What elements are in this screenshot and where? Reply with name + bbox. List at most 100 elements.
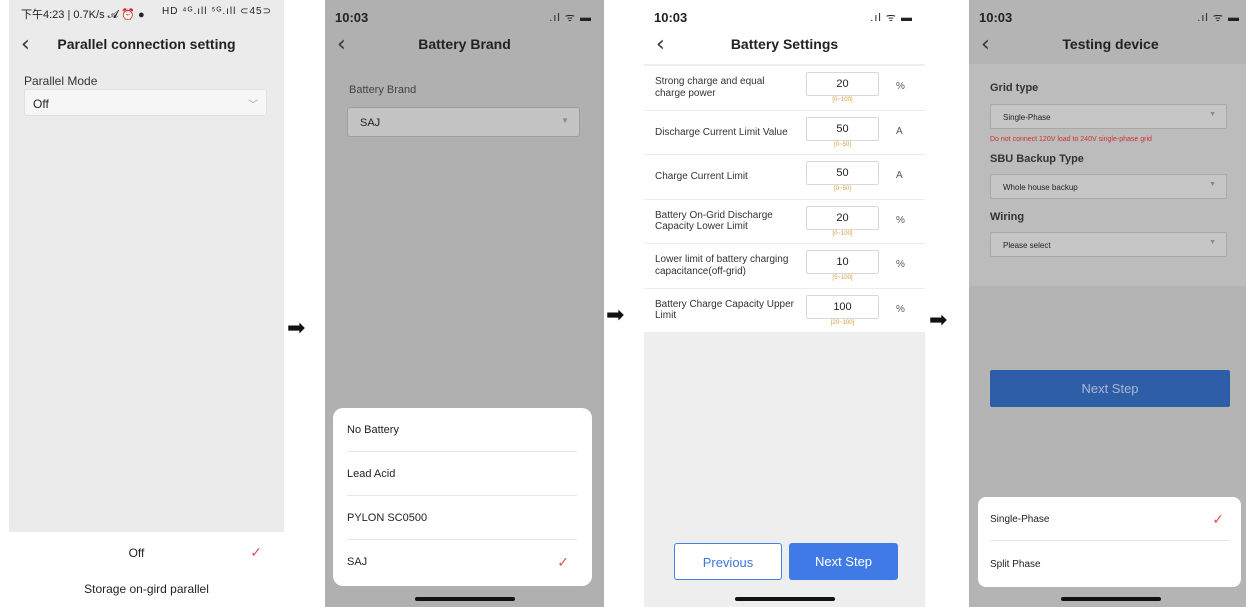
setting-row: Charge Current Limit 50 [0~50] A <box>644 155 925 200</box>
setting-row: Strong charge and equal charge power 20 … <box>644 66 925 111</box>
sbu-backup-type-label: SBU Backup Type <box>990 153 1084 165</box>
chevron-down-icon: ▼ <box>1209 239 1216 246</box>
option-storage-on-grid-parallel[interactable]: Storage on-gird parallel <box>9 582 284 596</box>
setting-value-input[interactable]: 100 <box>806 294 879 319</box>
screen-parallel-connection: 下午4:23 | 0.7K/s 𝓐 ⏰ ● HD ⁴ᴳ.ıll ⁵ᴳ.ıll ⊂… <box>9 0 284 607</box>
parallel-mode-select[interactable]: Off ﹀ <box>24 89 267 116</box>
setting-value-input[interactable]: 50 <box>806 116 879 141</box>
battery-brand-select[interactable]: SAJ ▼ <box>347 107 580 137</box>
status-bar: 下午4:23 | 0.7K/s 𝓐 ⏰ ● HD ⁴ᴳ.ıll ⁵ᴳ.ıll ⊂… <box>9 0 284 28</box>
status-icons: .ıl ᯤ ▬ <box>549 12 592 24</box>
status-bar: 10:03 .ıl ᯤ ▬ <box>969 0 1246 28</box>
nav-bar: ‹ Parallel connection setting <box>9 28 284 64</box>
battery-brand-picker: No Battery Lead Acid PYLON SC0500 SAJ ✓ <box>333 408 592 586</box>
chevron-down-icon: ▼ <box>1209 111 1216 118</box>
option-label: Single-Phase <box>990 514 1050 525</box>
setting-name: Charge Current Limit <box>655 171 748 182</box>
option-label: No Battery <box>347 424 399 436</box>
setting-unit: % <box>896 214 905 226</box>
option-single-phase[interactable]: Single-Phase ✓ <box>990 497 1230 541</box>
option-label: Lead Acid <box>347 468 396 480</box>
arrow-right-icon: ➡ <box>929 308 948 333</box>
option-split-phase[interactable]: Split Phase <box>990 542 1230 586</box>
setting-row: Battery Charge Capacity Upper Limit 100 … <box>644 288 925 333</box>
grid-warning: Do not connect 120V load to 240V single-… <box>990 136 1152 143</box>
setting-value-input[interactable]: 10 <box>806 250 879 274</box>
next-step-button[interactable]: Next Step <box>990 370 1230 407</box>
setting-name: Battery On-Grid Discharge Capacity Lower… <box>655 209 773 233</box>
battery-brand-value: SAJ <box>360 117 381 129</box>
parallel-mode-value: Off <box>33 97 49 111</box>
setting-row: Battery On-Grid Discharge Capacity Lower… <box>644 199 925 244</box>
setting-unit: % <box>896 259 905 270</box>
setting-name: Battery Charge Capacity Upper Limit <box>655 298 794 322</box>
setting-name: Lower limit of battery charging capacita… <box>655 254 789 277</box>
status-bar: 10:03 .ıl ᯤ ▬ <box>325 0 604 28</box>
status-bar: 10:03 .ıl ᯤ ▬ <box>644 0 925 28</box>
sbu-backup-type-select[interactable]: Whole house backup ▼ <box>990 174 1227 199</box>
chevron-down-icon: ▼ <box>1209 181 1216 188</box>
status-icons: .ıl ᯤ ▬ <box>1197 12 1240 24</box>
status-time: 10:03 <box>335 10 369 25</box>
option-label: SAJ <box>347 556 368 568</box>
checkmark-icon: ✓ <box>250 544 262 560</box>
checkmark-icon: ✓ <box>557 554 569 570</box>
wiring-placeholder: Please select <box>1003 241 1051 250</box>
battery-brand-label: Battery Brand <box>349 84 417 96</box>
option-label: Split Phase <box>990 559 1041 570</box>
settings-list: Strong charge and equal charge power 20 … <box>644 66 925 333</box>
option-lead-acid[interactable]: Lead Acid <box>347 452 577 496</box>
status-time: 10:03 <box>979 10 1013 25</box>
arrow-right-icon: ➡ <box>287 316 306 341</box>
screen-battery-settings: 10:03 .ıl ᯤ ▬ ‹ Battery Settings Strong … <box>644 0 925 607</box>
next-step-button[interactable]: Next Step <box>789 543 898 580</box>
option-label: PYLON SC0500 <box>347 512 428 524</box>
sbu-backup-type-value: Whole house backup <box>1003 183 1078 192</box>
setting-range: [5~100] <box>832 275 853 281</box>
previous-button[interactable]: Previous <box>674 543 782 580</box>
setting-range: [0~100] <box>832 230 853 237</box>
setting-name: Discharge Current Limit Value <box>655 126 788 138</box>
setting-value-input[interactable]: 20 <box>806 72 879 96</box>
option-off[interactable]: Off <box>9 546 284 560</box>
status-icons: .ıl ᯤ ▬ <box>870 12 913 24</box>
arrow-right-icon: ➡ <box>606 303 625 328</box>
home-indicator <box>414 597 515 601</box>
option-saj[interactable]: SAJ ✓ <box>347 540 577 584</box>
grid-type-label: Grid type <box>990 82 1039 94</box>
screen-testing-device: 10:03 .ıl ᯤ ▬ ‹ Testing device Grid type… <box>969 0 1246 607</box>
parallel-mode-picker: Off ✓ Storage on-gird parallel <box>9 532 284 607</box>
home-indicator <box>734 597 835 601</box>
grid-type-value: Single-Phase <box>1003 113 1051 122</box>
setting-row: Lower limit of battery charging capacita… <box>644 244 925 289</box>
chevron-down-icon: ▼ <box>561 116 569 125</box>
page-title: Testing device <box>1062 36 1159 52</box>
setting-range: [0~50] <box>834 186 851 192</box>
checkmark-icon: ✓ <box>1212 511 1224 527</box>
nav-bar: ‹ Battery Settings <box>644 28 925 64</box>
grid-type-select[interactable]: Single-Phase ▼ <box>990 104 1227 129</box>
option-no-battery[interactable]: No Battery <box>347 408 577 452</box>
setting-unit: % <box>896 81 905 92</box>
grid-type-picker: Single-Phase ✓ Split Phase <box>978 497 1241 587</box>
setting-value-input[interactable]: 50 <box>806 161 879 185</box>
setting-name: Strong charge and equal charge power <box>655 76 765 99</box>
status-time: 10:03 <box>654 10 688 25</box>
setting-unit: A <box>896 170 903 181</box>
setting-value-input[interactable]: 20 <box>806 205 879 230</box>
nav-bar: ‹ Battery Brand <box>325 28 604 64</box>
setting-unit: A <box>896 125 903 137</box>
option-label: Off <box>128 546 145 560</box>
wiring-label: Wiring <box>990 211 1025 223</box>
option-pylon-sc0500[interactable]: PYLON SC0500 <box>347 496 577 540</box>
parallel-mode-label: Parallel Mode <box>24 74 98 88</box>
setting-range: [20~100] <box>830 319 855 326</box>
page-title: Battery Brand <box>418 36 511 52</box>
nav-bar: ‹ Testing device <box>969 28 1246 64</box>
status-time: 下午4:23 | 0.7K/s 𝓐 ⏰ ● <box>21 9 145 21</box>
page-title: Parallel connection setting <box>57 36 236 52</box>
status-icons: HD ⁴ᴳ.ıll ⁵ᴳ.ıll ⊂45⊃ <box>161 6 272 17</box>
setting-range: [0~50] <box>834 141 851 148</box>
home-indicator <box>1060 597 1161 601</box>
wiring-select[interactable]: Please select ▼ <box>990 232 1227 257</box>
